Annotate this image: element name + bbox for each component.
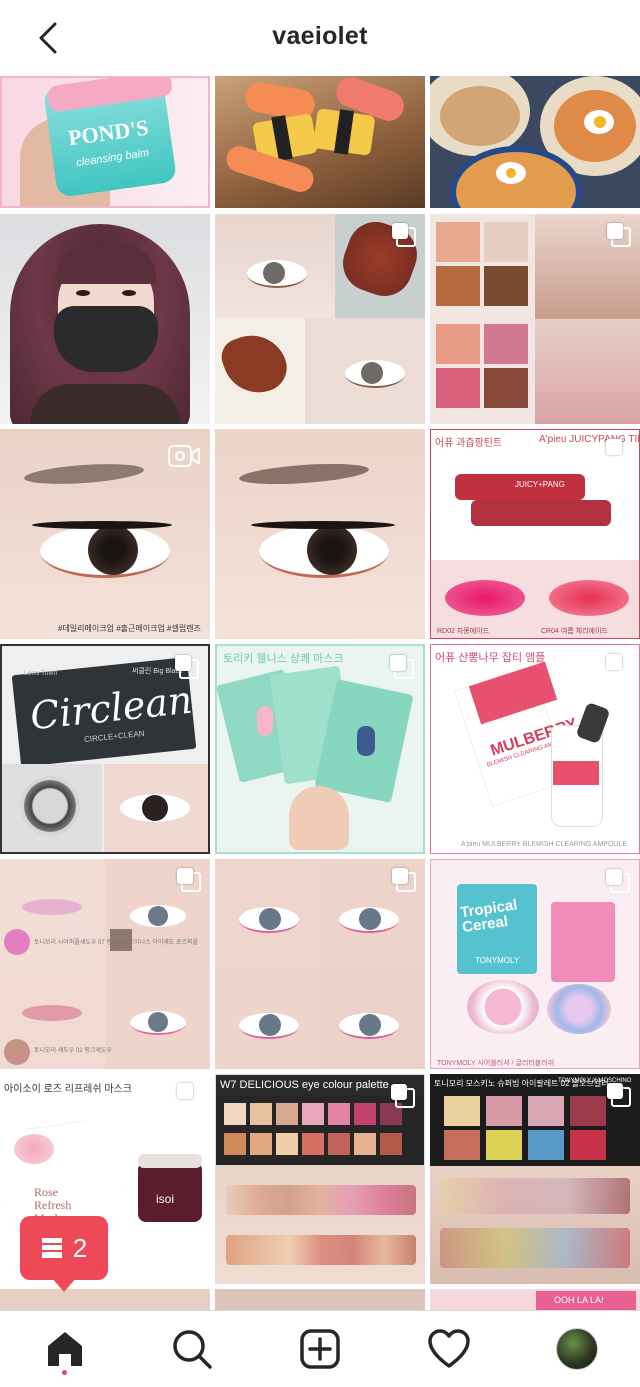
post-thumbnail[interactable]: 토니모리 시어퍼플섀도우 07 핑크스위트 이니스 아이섀도 로즈퍼플 토니모리… <box>0 859 210 1069</box>
multi-post-icon <box>392 868 416 892</box>
post-thumbnail[interactable]: 어퓨 산뽕나무 잡티 앰플 MULBERRY BLEMISH CLEARING … <box>430 644 640 854</box>
post-caption: 아이소이 로즈 리프레쉬 마스크 <box>4 1084 132 1095</box>
multi-post-icon <box>390 655 414 679</box>
post-thumbnail[interactable] <box>215 859 425 1069</box>
shade-label: CR04 여름 체리에이드 <box>541 628 608 635</box>
post-thumbnail[interactable] <box>0 1289 210 1310</box>
post-caption: TONYMOLY 시어블러셔 / 글리터블러쉬 <box>437 1060 555 1067</box>
swatch-label: 토니모리 시어퍼플섀도우 07 핑크스위트 <box>34 940 134 946</box>
post-thumbnail[interactable] <box>215 429 425 639</box>
post-thumbnail[interactable]: 어퓨 과즙팡틴트 A'pieu JUICYPANG TINT JUICY+PAN… <box>430 429 640 639</box>
brand-label: isoi <box>156 1192 175 1206</box>
multi-post-icon <box>606 439 630 463</box>
add-post-icon <box>300 1329 340 1369</box>
bottom-tab-bar <box>0 1310 640 1387</box>
multi-post-icon <box>391 1084 415 1108</box>
post-caption: A'pieu MULBERRY BLEMISH CLEARING AMPOULE <box>461 841 628 848</box>
multi-post-icon <box>175 655 199 679</box>
tint-tube-label: JUICY+PANG <box>515 480 565 489</box>
post-thumbnail[interactable] <box>0 214 210 424</box>
swatch-label: 이니스 아이섀도 로즈퍼플 <box>134 940 199 946</box>
post-thumbnail[interactable]: Tropical Cereal TONYMOLY TONYMOLY 시어블러셔 … <box>430 859 640 1069</box>
post-grid: POND'S cleansing balm #데일리메이크업 #출근메이크업 #… <box>0 76 640 1310</box>
post-caption: 토리키 웰니스 상쾌 마스크 <box>223 653 344 665</box>
post-caption: 어퓨 산뽕나무 잡티 앰플 <box>435 652 546 664</box>
post-thumbnail[interactable]: 토니모리 모스키노 슈퍼빔 아이팔레트 02 올오브컬러 TONYMOLY X … <box>430 1074 640 1284</box>
swatch-label: 토니모리 섀도우 02 핑크섀도우 <box>34 1048 112 1054</box>
tab-home[interactable] <box>41 1325 89 1373</box>
igtv-icon <box>168 445 200 467</box>
multi-post-icon <box>177 868 201 892</box>
post-stack-icon <box>41 1238 62 1258</box>
post-thumbnail[interactable]: Lens Town 써클린 Big Black Circlean CIRCLE+… <box>0 644 210 854</box>
new-posts-notification[interactable]: 2 <box>20 1216 108 1280</box>
lens-brand: Lens Town <box>24 670 58 677</box>
multi-post-icon <box>607 223 631 247</box>
post-thumbnail[interactable]: #데일리메이크업 #출근메이크업 #셀럽렌즈 <box>0 429 210 639</box>
profile-avatar <box>556 1328 598 1370</box>
profile-header: vaeiolet <box>0 0 640 72</box>
home-active-indicator <box>62 1370 67 1375</box>
heart-icon <box>428 1329 470 1368</box>
tab-add-post[interactable] <box>296 1325 344 1373</box>
post-thumbnail[interactable]: OOH LA LA! <box>430 1289 640 1310</box>
post-thumbnail[interactable] <box>215 1289 425 1310</box>
notification-count: 2 <box>72 1232 88 1263</box>
brand-label: TONYMOLY <box>475 956 520 965</box>
search-icon <box>173 1330 212 1369</box>
post-thumbnail[interactable] <box>430 214 640 424</box>
multi-post-icon <box>177 1083 201 1107</box>
post-thumbnail[interactable] <box>215 76 425 208</box>
post-thumbnail[interactable]: POND'S cleansing balm <box>0 76 210 208</box>
tab-search[interactable] <box>168 1325 216 1373</box>
post-caption: 어퓨 과즙팡틴트 <box>435 438 503 449</box>
multi-post-icon <box>606 654 630 678</box>
post-thumbnail[interactable]: W7 DELICIOUS eye colour palette <box>215 1074 425 1284</box>
post-caption: #데일리메이크업 #출근메이크업 #셀럽렌즈 <box>58 624 201 633</box>
post-thumbnail[interactable] <box>430 76 640 208</box>
tab-profile[interactable] <box>553 1325 601 1373</box>
post-caption: OOH LA LA! <box>554 1295 604 1305</box>
multi-post-icon <box>606 869 630 893</box>
home-icon <box>48 1332 82 1366</box>
post-caption: W7 DELICIOUS eye colour palette <box>220 1079 389 1091</box>
back-button[interactable] <box>28 18 68 58</box>
tab-activity[interactable] <box>425 1325 473 1373</box>
chevron-left-icon <box>39 22 57 54</box>
notification-tail <box>52 1278 76 1292</box>
multi-post-icon <box>607 1083 631 1107</box>
post-thumbnail[interactable]: 토리키 웰니스 상쾌 마스크 <box>215 644 425 854</box>
post-thumbnail[interactable] <box>215 214 425 424</box>
page-title: vaeiolet <box>272 21 368 50</box>
shade-label: RD02 자몽에이드 <box>437 628 490 635</box>
multi-post-icon <box>392 223 416 247</box>
